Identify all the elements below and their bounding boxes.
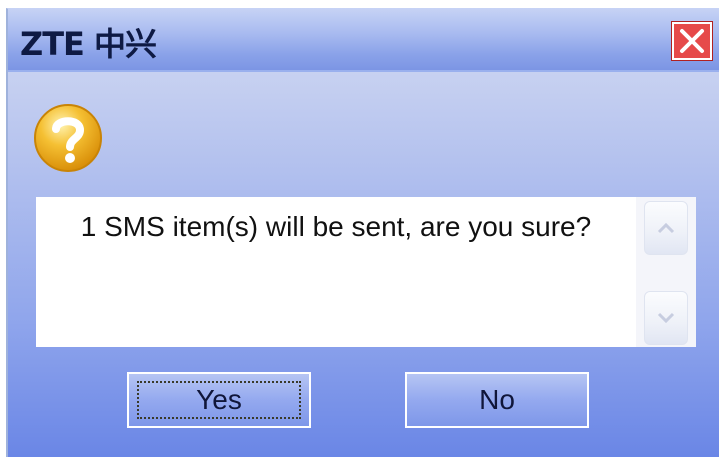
message-box: 1 SMS item(s) will be sent, are you sure… (36, 197, 696, 347)
confirm-dialog: ZTE 中兴 1 SMS item(s) will be sent, are y… (0, 0, 719, 457)
title-bar: ZTE 中兴 (8, 8, 719, 72)
yes-button[interactable]: Yes (127, 372, 311, 428)
focus-rectangle (137, 381, 301, 419)
no-button-label: No (479, 384, 515, 415)
zte-logo: ZTE 中兴 (20, 25, 157, 63)
close-icon (680, 29, 704, 53)
message-text: 1 SMS item(s) will be sent, are you sure… (80, 211, 592, 242)
scroll-up-button[interactable] (644, 201, 688, 255)
no-button[interactable]: No (405, 372, 589, 428)
chevron-up-icon (657, 222, 675, 234)
question-icon (34, 104, 102, 172)
message-scrollbar[interactable] (636, 197, 696, 347)
scroll-down-button[interactable] (644, 291, 688, 345)
close-button[interactable] (671, 21, 713, 61)
chevron-down-icon (657, 312, 675, 324)
